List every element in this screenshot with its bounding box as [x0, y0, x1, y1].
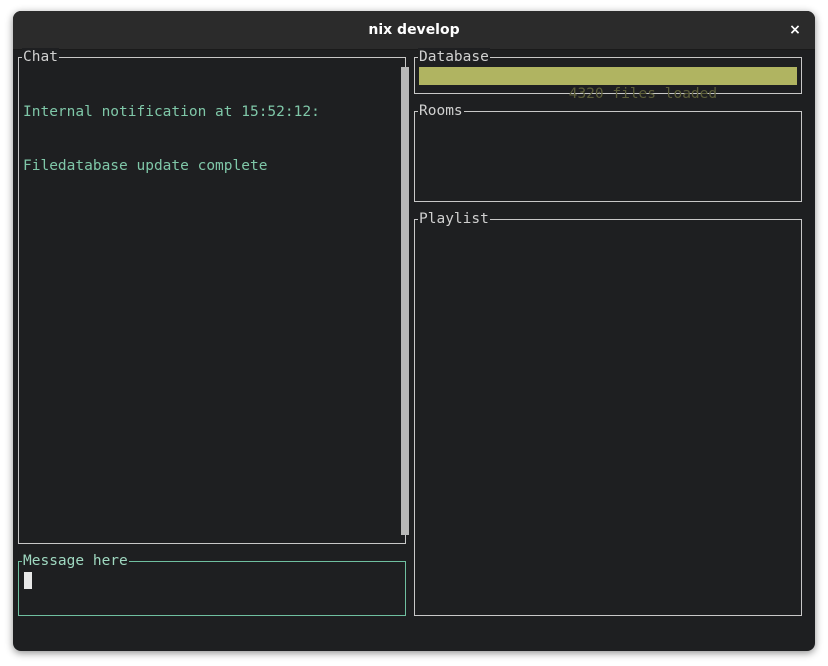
close-icon: ×	[789, 22, 801, 38]
database-progress-bar: 4320 files loaded	[419, 67, 797, 102]
chat-message-line: Internal notification at 15:52:12:	[23, 104, 320, 120]
rooms-panel-label: Rooms	[418, 102, 464, 120]
playlist-panel[interactable]: Playlist	[414, 210, 802, 616]
title-bar[interactable]: nix develop ×	[13, 11, 815, 50]
close-button[interactable]: ×	[785, 20, 805, 40]
rooms-panel[interactable]: Rooms	[414, 102, 802, 202]
chat-message-line: Filedatabase update complete	[23, 158, 268, 174]
database-panel-label: Database	[418, 48, 490, 66]
message-input[interactable]	[19, 562, 409, 617]
database-panel: Database 4320 files loaded	[414, 48, 802, 102]
chat-panel[interactable]: Chat Internal notification at 15:52:12: …	[18, 48, 406, 544]
chat-panel-label: Chat	[22, 48, 59, 66]
window-title: nix develop	[368, 22, 460, 38]
terminal-window: nix develop × Chat Internal notification…	[13, 11, 815, 651]
chat-scrollbar[interactable]	[401, 67, 409, 535]
playlist-panel-label: Playlist	[418, 210, 490, 228]
database-status: 4320 files loaded	[568, 86, 718, 102]
message-input-panel[interactable]: Message here	[18, 552, 409, 617]
chat-messages: Internal notification at 15:52:12: Filed…	[23, 67, 320, 211]
chat-scrollbar-thumb[interactable]	[401, 67, 409, 535]
